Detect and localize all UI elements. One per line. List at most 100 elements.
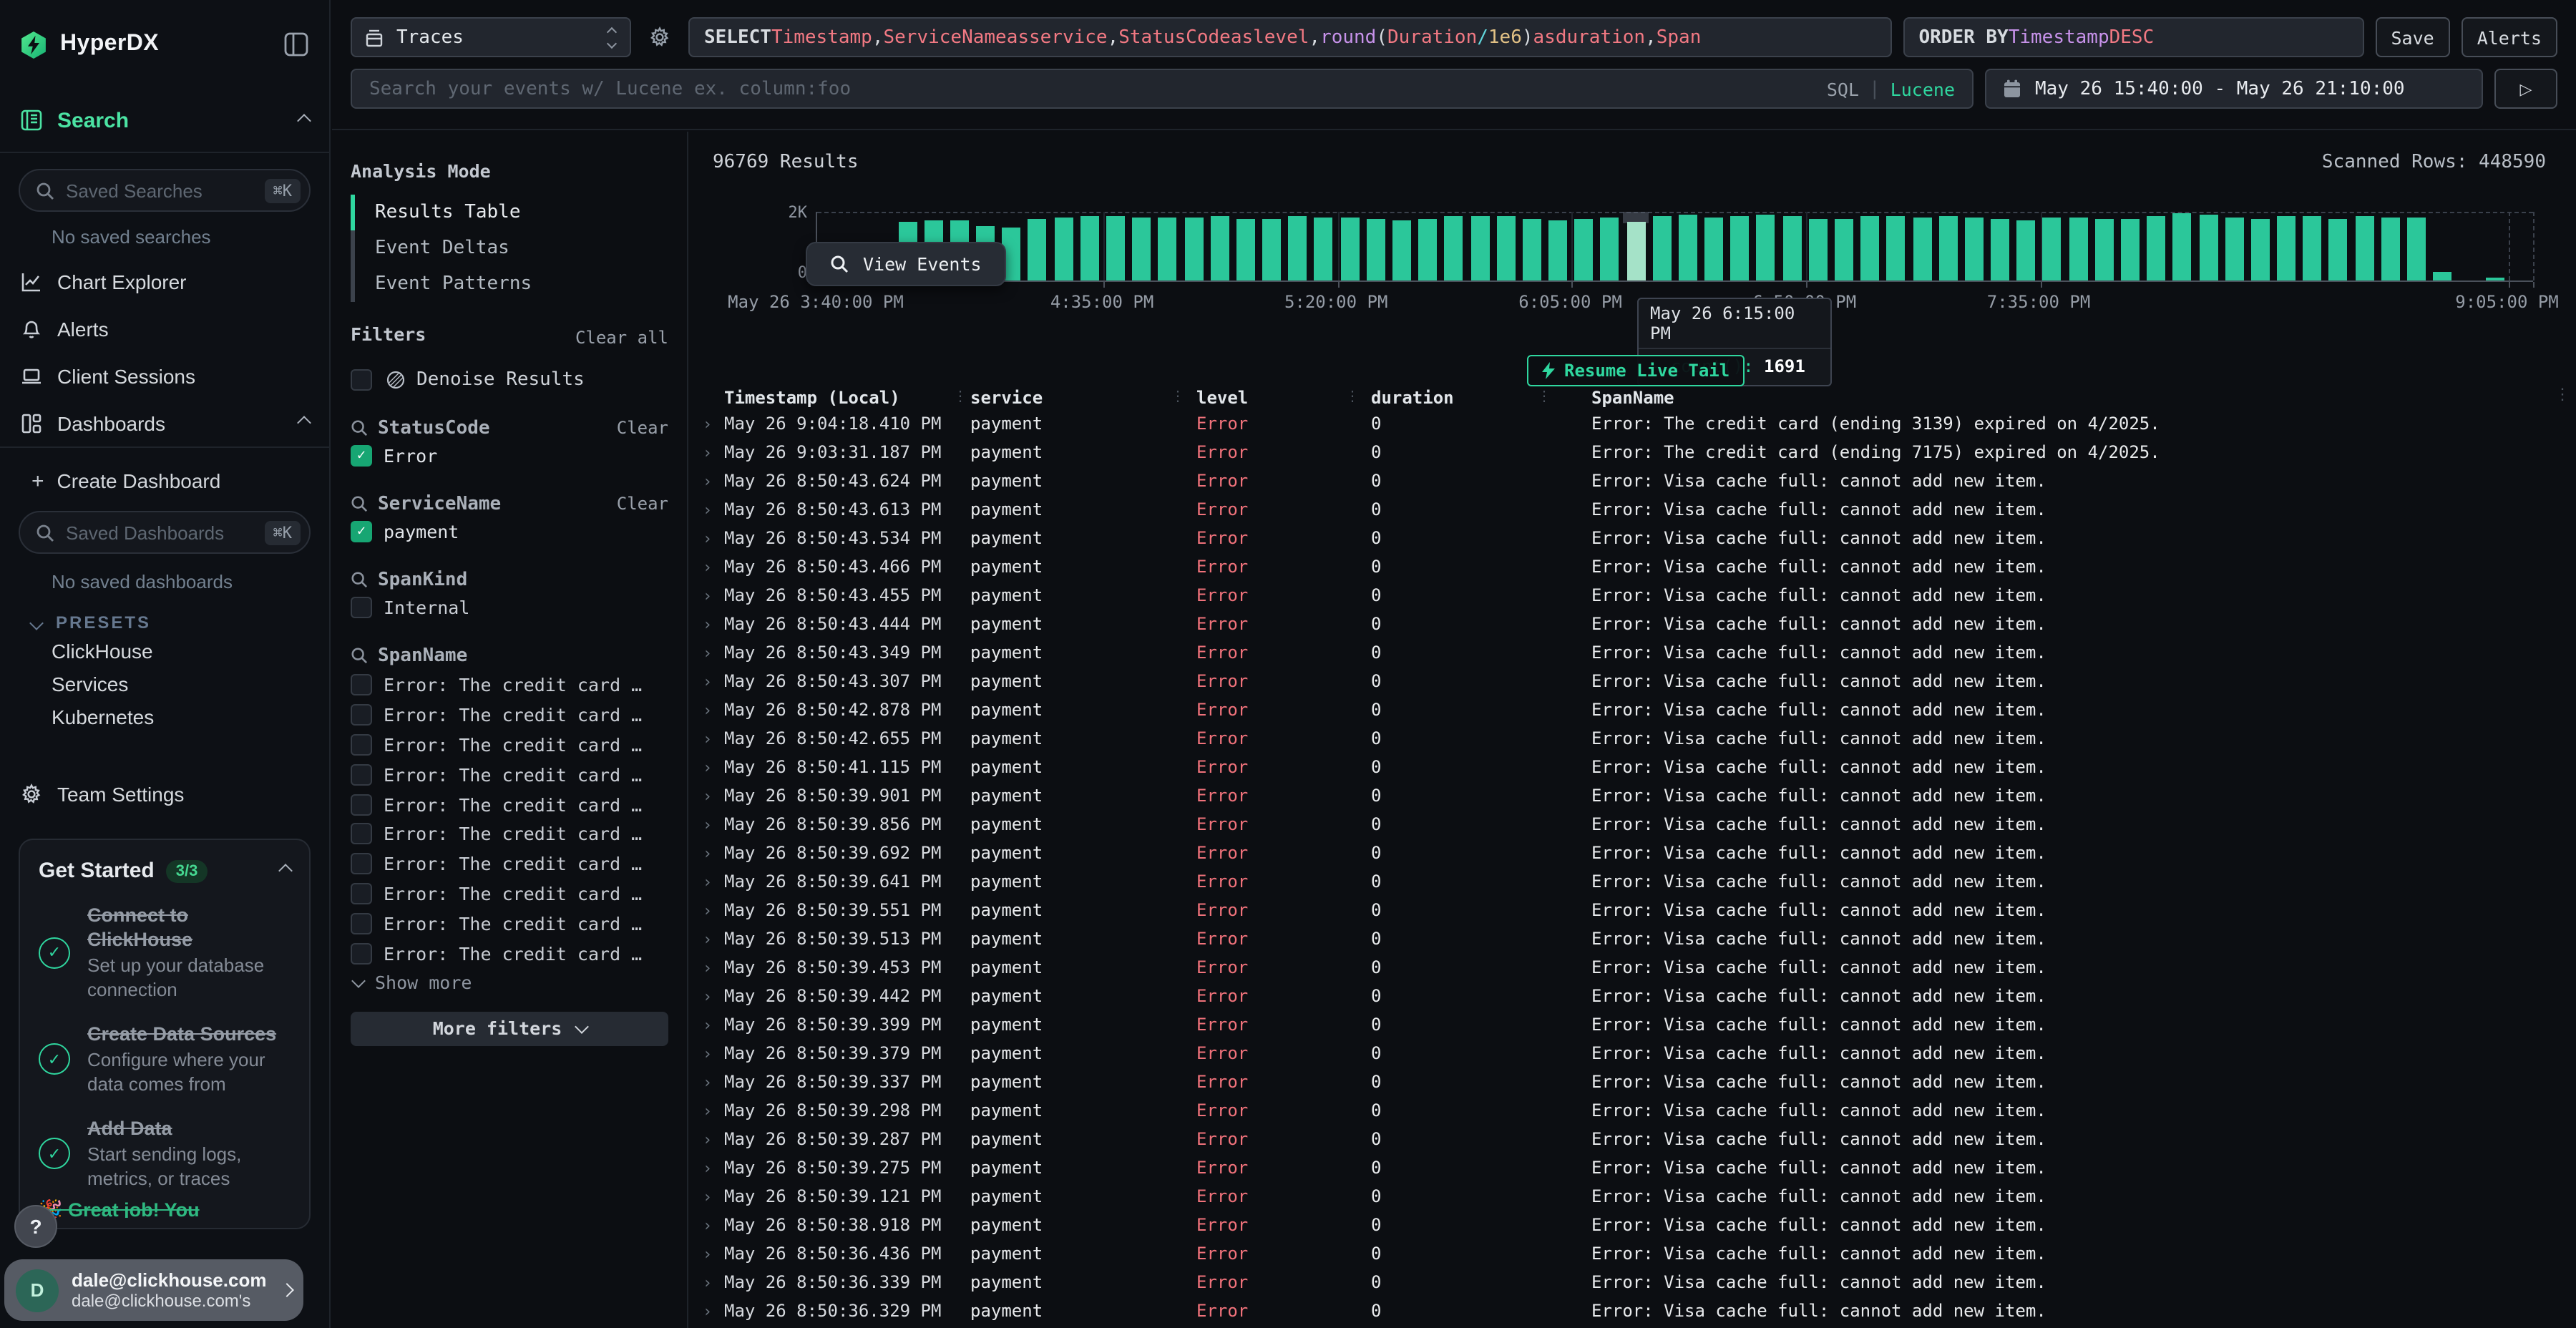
row-expand-chevron-icon[interactable]: › xyxy=(698,643,724,662)
row-expand-chevron-icon[interactable]: › xyxy=(698,815,724,834)
show-more-button[interactable]: Show more xyxy=(351,969,668,997)
row-expand-chevron-icon[interactable]: › xyxy=(698,500,724,519)
chevron-up-icon[interactable] xyxy=(297,416,311,430)
histogram-bar[interactable] xyxy=(1835,219,1853,280)
checkbox-unchecked[interactable] xyxy=(351,913,372,934)
col-duration[interactable]: duration xyxy=(1371,387,1537,407)
save-button[interactable]: Save xyxy=(2375,17,2449,57)
help-button[interactable]: ? xyxy=(14,1205,57,1248)
clear-button[interactable]: Clear xyxy=(617,494,668,514)
histogram-bar[interactable] xyxy=(1731,216,1750,280)
source-select[interactable]: Traces xyxy=(351,17,631,57)
chevron-up-icon[interactable] xyxy=(278,864,293,878)
column-separator[interactable]: ⋮ xyxy=(1171,389,1196,405)
table-row[interactable]: ›May 26 8:50:43.349 PMpaymentError0Error… xyxy=(698,638,2567,667)
histogram-bar[interactable] xyxy=(1757,215,1775,280)
histogram-bar[interactable] xyxy=(2173,213,2192,280)
table-row[interactable]: ›May 26 8:50:39.337 PMpaymentError0Error… xyxy=(698,1068,2567,1096)
checkbox-unchecked[interactable] xyxy=(351,674,372,695)
histogram-bar[interactable] xyxy=(2381,218,2400,280)
table-row[interactable]: ›May 26 8:50:39.442 PMpaymentError0Error… xyxy=(698,982,2567,1010)
row-expand-chevron-icon[interactable]: › xyxy=(698,1302,724,1320)
histogram-bar[interactable] xyxy=(2147,216,2165,280)
table-row[interactable]: ›May 26 8:50:39.275 PMpaymentError0Error… xyxy=(698,1153,2567,1182)
get-started-item-connect[interactable]: ✓ Connect to ClickHouse Set up your data… xyxy=(39,903,291,1002)
sidebar-collapse-icon[interactable] xyxy=(283,31,309,57)
sidebar-item-alerts[interactable]: Alerts xyxy=(0,305,329,352)
row-expand-chevron-icon[interactable]: › xyxy=(698,586,724,605)
row-expand-chevron-icon[interactable]: › xyxy=(698,1044,724,1063)
filter-option-internal[interactable]: Internal xyxy=(351,594,668,621)
more-filters-button[interactable]: More filters xyxy=(351,1012,668,1046)
histogram-bar[interactable] xyxy=(1158,218,1177,280)
histogram-bar[interactable] xyxy=(1210,216,1229,280)
checkbox-unchecked[interactable] xyxy=(351,883,372,904)
histogram-bar[interactable] xyxy=(1314,218,1333,280)
row-expand-chevron-icon[interactable]: › xyxy=(698,700,724,719)
column-separator[interactable]: ⋮ xyxy=(953,389,970,405)
histogram-bar[interactable] xyxy=(1288,216,1307,280)
search-icon[interactable] xyxy=(351,571,368,588)
table-row[interactable]: ›May 26 8:50:42.878 PMpaymentError0Error… xyxy=(698,695,2567,724)
filter-option-spanname[interactable]: Error: The credit card … xyxy=(351,909,668,939)
histogram-bar[interactable] xyxy=(1679,215,1697,280)
row-expand-chevron-icon[interactable]: › xyxy=(698,1244,724,1263)
table-row[interactable]: ›May 26 8:50:39.379 PMpaymentError0Error… xyxy=(698,1039,2567,1068)
histogram-bar[interactable] xyxy=(1470,216,1489,280)
col-spanname[interactable]: SpanName xyxy=(1563,387,2567,407)
histogram-bar[interactable] xyxy=(2225,218,2243,280)
checkbox-unchecked[interactable] xyxy=(351,597,372,618)
lucene-mode-toggle[interactable]: Lucene xyxy=(1890,78,1955,99)
histogram-bar[interactable] xyxy=(2329,219,2348,280)
results-histogram[interactable] xyxy=(816,212,2533,282)
histogram-bar[interactable] xyxy=(2407,218,2426,280)
histogram-bar[interactable] xyxy=(1340,218,1359,280)
table-row[interactable]: ›May 26 9:04:18.410 PMpaymentError0Error… xyxy=(698,409,2567,438)
row-expand-chevron-icon[interactable]: › xyxy=(698,1273,724,1292)
row-expand-chevron-icon[interactable]: › xyxy=(698,1216,724,1234)
create-dashboard-button[interactable]: + Create Dashboard xyxy=(0,459,329,502)
table-row[interactable]: ›May 26 8:50:39.287 PMpaymentError0Error… xyxy=(698,1125,2567,1153)
checkbox-unchecked[interactable] xyxy=(351,794,372,815)
table-row[interactable]: ›May 26 8:50:43.534 PMpaymentError0Error… xyxy=(698,524,2567,552)
sidebar-item-team-settings[interactable]: Team Settings xyxy=(0,770,329,817)
histogram-bar[interactable] xyxy=(1782,216,1801,280)
filter-option-spanname[interactable]: Error: The credit card … xyxy=(351,670,668,700)
row-expand-chevron-icon[interactable]: › xyxy=(698,414,724,433)
histogram-bar[interactable] xyxy=(1236,219,1255,280)
table-row[interactable]: ›May 26 8:50:39.298 PMpaymentError0Error… xyxy=(698,1096,2567,1125)
table-row[interactable]: ›May 26 8:50:39.901 PMpaymentError0Error… xyxy=(698,781,2567,810)
time-range-picker[interactable]: May 26 15:40:00 - May 26 21:10:00 xyxy=(1985,69,2483,109)
table-row[interactable]: ›May 26 8:50:39.453 PMpaymentError0Error… xyxy=(698,953,2567,982)
saved-searches-input[interactable]: Saved Searches ⌘K xyxy=(19,169,311,212)
column-separator[interactable]: ⋮ xyxy=(1345,389,1371,405)
checkbox-unchecked[interactable] xyxy=(351,854,372,875)
histogram-bar[interactable] xyxy=(1938,216,1957,280)
filter-option-spanname[interactable]: Error: The credit card … xyxy=(351,730,668,760)
row-expand-chevron-icon[interactable]: › xyxy=(698,786,724,805)
sidebar-item-chart-explorer[interactable]: Chart Explorer xyxy=(0,258,329,305)
histogram-bar[interactable] xyxy=(1626,222,1645,280)
histogram-bar[interactable] xyxy=(1367,219,1385,280)
user-menu[interactable]: D dale@clickhouse.com dale@clickhouse.co… xyxy=(4,1259,303,1321)
row-expand-chevron-icon[interactable]: › xyxy=(698,929,724,948)
analysis-mode-tab-event-patterns[interactable]: Event Patterns xyxy=(351,266,668,302)
filter-option-spanname[interactable]: Error: The credit card … xyxy=(351,879,668,909)
table-row[interactable]: ›May 26 8:50:39.641 PMpaymentError0Error… xyxy=(698,867,2567,896)
table-row[interactable]: ›May 26 8:50:41.115 PMpaymentError0Error… xyxy=(698,753,2567,781)
histogram-bar[interactable] xyxy=(2251,219,2270,280)
checkbox-unchecked[interactable] xyxy=(351,824,372,845)
saved-dashboards-input[interactable]: Saved Dashboards ⌘K xyxy=(19,511,311,554)
histogram-bar[interactable] xyxy=(2433,272,2451,280)
histogram-bar[interactable] xyxy=(2017,220,2036,280)
col-service[interactable]: service xyxy=(970,387,1171,407)
histogram-bar[interactable] xyxy=(2485,278,2504,280)
histogram-bar[interactable] xyxy=(2355,216,2373,280)
presets-toggle[interactable]: PRESETS xyxy=(31,611,329,634)
filter-option-error[interactable]: ✓ Error xyxy=(351,442,668,469)
table-row[interactable]: ›May 26 8:50:43.466 PMpaymentError0Error… xyxy=(698,552,2567,581)
table-row[interactable]: ›May 26 8:50:36.339 PMpaymentError0Error… xyxy=(698,1268,2567,1297)
histogram-bar[interactable] xyxy=(2069,218,2087,280)
sql-select-editor[interactable]: SELECT Timestamp, ServiceName as service… xyxy=(688,17,1891,57)
row-expand-chevron-icon[interactable]: › xyxy=(698,901,724,919)
